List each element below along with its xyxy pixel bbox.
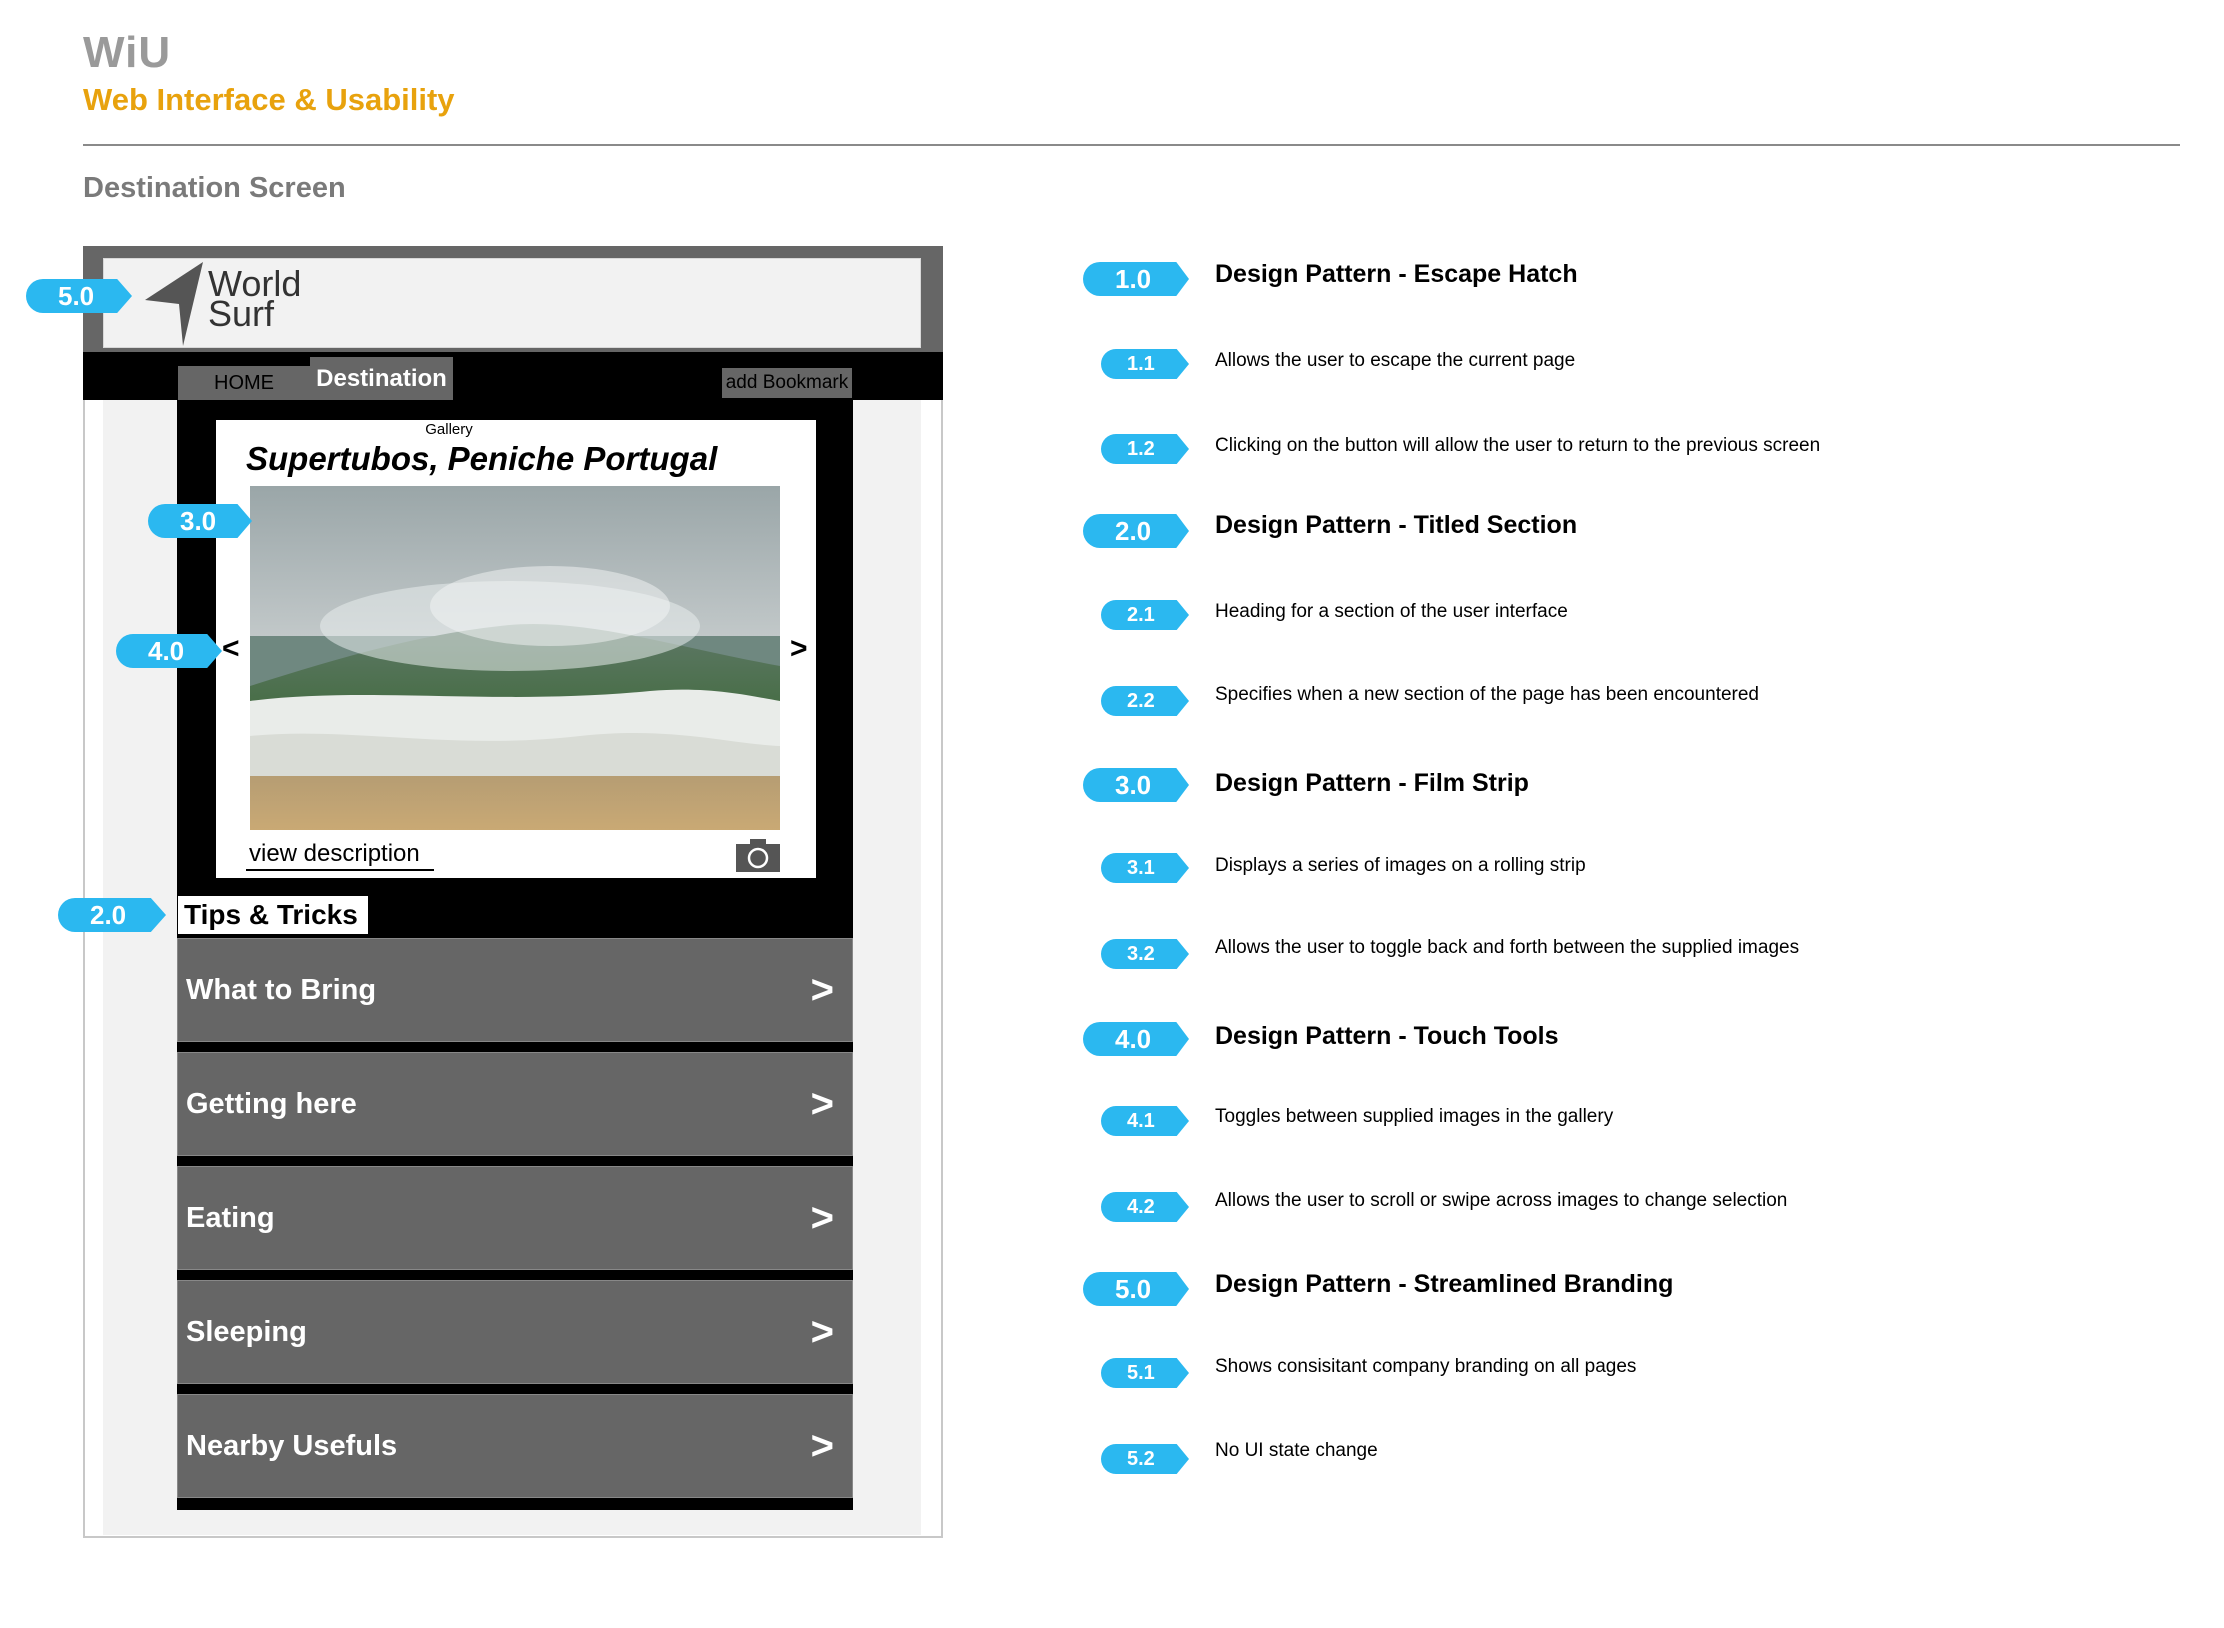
view-description-link[interactable]: view description (249, 840, 420, 868)
pattern-item-badge: 5.2 (1101, 1444, 1189, 1474)
gallery-label: Gallery (425, 421, 473, 438)
pattern-item-text: Clicking on the button will allow the us… (1215, 435, 1821, 456)
logo-text-surf: Surf (208, 293, 275, 334)
pattern-item-text: Shows consisitant company branding on al… (1215, 1356, 1637, 1377)
pattern-item-text: Heading for a section of the user interf… (1215, 601, 1568, 622)
list-item-label: Eating (186, 1201, 275, 1234)
brand-title: WiU (83, 28, 172, 77)
pattern-item-text: Specifies when a new section of the page… (1215, 684, 1759, 705)
callout-film-strip: 3.0 (148, 504, 252, 538)
pattern-title: Design Pattern - Streamlined Branding (1215, 1270, 1674, 1298)
pattern-item-text: Toggles between supplied images in the g… (1215, 1106, 1614, 1127)
pattern-item-badge: 1.2 (1101, 434, 1189, 464)
list-item-label: What to Bring (186, 973, 377, 1006)
nav-destination-tab[interactable]: Destination (310, 357, 453, 400)
callout-touch-tools: 4.0 (116, 634, 222, 668)
pattern-item-text: Allows the user to escape the current pa… (1215, 350, 1576, 371)
pattern-item-badge: 3.2 (1101, 939, 1189, 969)
pattern-item-badge: 5.1 (1101, 1358, 1189, 1388)
screen-title: Destination Screen (83, 172, 346, 204)
logo-arrow-icon (145, 262, 203, 346)
pattern-badge: 2.0 (1083, 514, 1189, 548)
pattern-title: Design Pattern - Touch Tools (1215, 1022, 1559, 1050)
pattern-title: Design Pattern - Titled Section (1215, 511, 1578, 539)
list-item-sleeping[interactable]: Sleeping > (177, 1280, 853, 1384)
pattern-item-badge: 2.1 (1101, 600, 1189, 630)
pattern-item-badge: 1.1 (1101, 349, 1189, 379)
pattern-title: Design Pattern - Escape Hatch (1215, 260, 1578, 288)
chevron-right-icon: > (810, 967, 834, 1012)
callout-branding: 5.0 (26, 279, 132, 313)
pattern-badge: 3.0 (1083, 768, 1189, 802)
list-item-getting-here[interactable]: Getting here > (177, 1052, 853, 1156)
destination-title: Supertubos, Peniche Portugal (246, 440, 718, 477)
pattern-badge: 1.0 (1083, 262, 1189, 296)
brand-subtitle: Web Interface & Usability (83, 82, 455, 117)
chevron-right-icon: > (810, 1423, 834, 1468)
nav-home-tab[interactable]: HOME (178, 366, 310, 400)
pattern-item-text: Allows the user to toggle back and forth… (1215, 937, 1800, 958)
pattern-item-text: No UI state change (1215, 1440, 1378, 1461)
section-heading: Tips & Tricks (178, 896, 368, 934)
list-item-what-to-bring[interactable]: What to Bring > (177, 938, 853, 1042)
pattern-item-badge: 3.1 (1101, 853, 1189, 883)
list-item-label: Getting here (186, 1087, 357, 1120)
gallery-prev-button[interactable]: < (222, 632, 240, 666)
pattern-item-badge: 2.2 (1101, 686, 1189, 716)
add-bookmark-button[interactable]: add Bookmark (722, 368, 852, 398)
pattern-item-text: Allows the user to scroll or swipe acros… (1215, 1190, 1788, 1211)
view-description-underline (246, 869, 434, 871)
pattern-item-badge: 4.2 (1101, 1192, 1189, 1222)
gallery-next-button[interactable]: > (790, 632, 808, 666)
list-item-label: Sleeping (186, 1315, 307, 1348)
callout-titled-section: 2.0 (58, 898, 166, 932)
list-item-nearby-usefuls[interactable]: Nearby Usefuls > (177, 1394, 853, 1498)
pattern-item-badge: 4.1 (1101, 1106, 1189, 1136)
pattern-badge: 4.0 (1083, 1022, 1189, 1056)
list-item-label: Nearby Usefuls (186, 1429, 398, 1462)
header-divider (83, 144, 2180, 146)
chevron-right-icon: > (810, 1195, 834, 1240)
chevron-right-icon: > (810, 1081, 834, 1126)
pattern-badge: 5.0 (1083, 1272, 1189, 1306)
chevron-right-icon: > (810, 1309, 834, 1354)
camera-icon[interactable] (736, 838, 780, 872)
list-item-eating[interactable]: Eating > (177, 1166, 853, 1270)
pattern-item-text: Displays a series of images on a rolling… (1215, 855, 1586, 876)
pattern-title: Design Pattern - Film Strip (1215, 769, 1529, 797)
gallery-photo[interactable] (250, 486, 780, 830)
